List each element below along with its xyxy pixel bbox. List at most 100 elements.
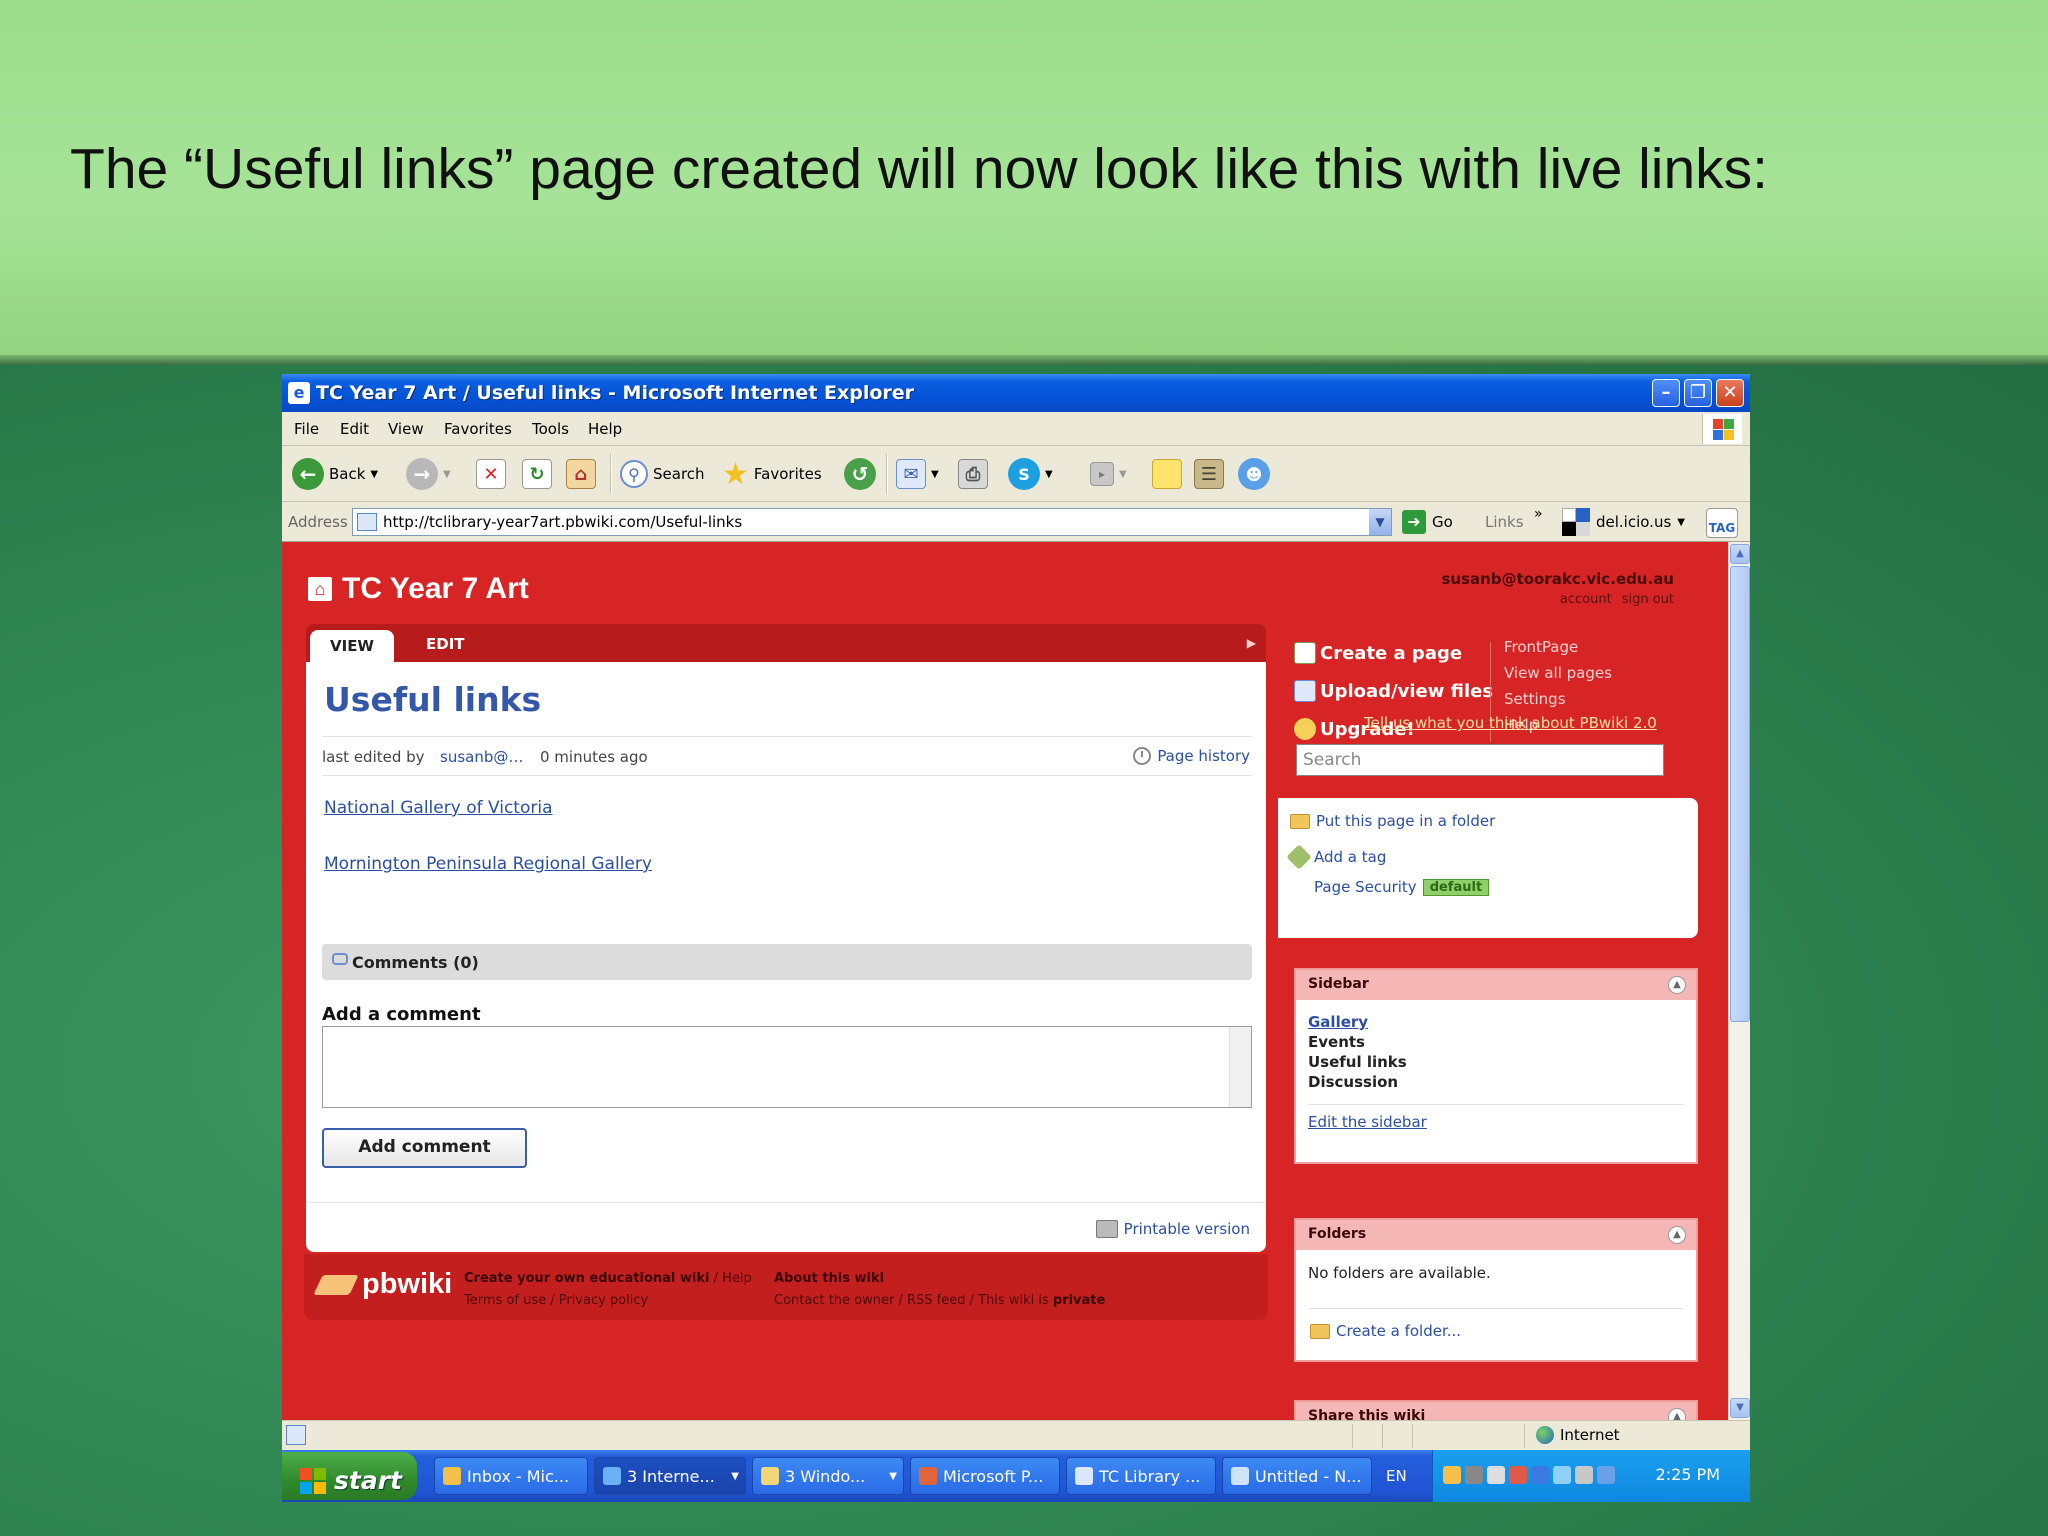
sidebar-box-header[interactable]: Sidebar ▲ [1296,970,1696,1000]
edit-button[interactable]: ▸ ▼ [1090,456,1127,492]
sidebar-item-discussion[interactable]: Discussion [1308,1072,1684,1092]
forward-button[interactable]: → ▼ [406,456,451,492]
favorites-button[interactable]: ★ Favorites [722,456,822,492]
tab-view[interactable]: VIEW [310,630,394,662]
upload-files-link[interactable]: Upload/view files [1294,680,1493,702]
link-national-gallery[interactable]: National Gallery of Victoria [324,798,553,818]
bluetooth-tray-icon[interactable] [1531,1466,1549,1484]
scroll-down-icon[interactable]: ▼ [1730,1398,1750,1418]
sidebar-item-events[interactable]: Events [1308,1032,1684,1052]
menu-view[interactable]: View [388,420,424,438]
history-button[interactable]: ↺ [844,456,876,492]
close-button[interactable]: ✕ [1716,379,1744,407]
page-scrollbar[interactable]: ▲ ▼ [1728,542,1750,1420]
research-button[interactable]: ☰ [1194,456,1224,492]
messenger-button[interactable]: ☻ [1238,456,1270,492]
notepad-icon [1231,1467,1249,1485]
terms-privacy-links[interactable]: Terms of use / Privacy policy [464,1290,752,1312]
collapse-icon[interactable]: ▲ [1668,976,1686,994]
stop-button[interactable]: ✕ [476,456,506,492]
window-titlebar[interactable]: e TC Year 7 Art / Useful links - Microso… [282,374,1750,412]
taskbar-clock[interactable]: 2:25 PM [1656,1465,1720,1484]
antivirus-tray-icon[interactable] [1509,1466,1527,1484]
printable-version-link[interactable]: Printable version [1095,1220,1250,1238]
menu-help[interactable]: Help [588,420,622,438]
search-tray-icon[interactable] [1553,1466,1571,1484]
back-button[interactable]: ← Back ▼ [292,456,378,492]
note-icon [1152,459,1182,489]
task-tc-library[interactable]: TC Library ... [1066,1457,1216,1495]
print-button[interactable]: ⎙ [958,456,988,492]
textarea-scrollbar[interactable] [1229,1027,1251,1107]
comment-textarea[interactable] [322,1026,1252,1108]
task-powerpoint[interactable]: Microsoft P... [910,1457,1060,1495]
site-title[interactable]: ⌂ TC Year 7 Art [308,572,529,606]
outlook-tray-icon[interactable] [1443,1466,1461,1484]
mail-button[interactable]: ✉ ▼ [896,456,939,492]
minimize-button[interactable]: – [1652,379,1680,407]
chevron-right-icon[interactable]: » [1534,506,1543,522]
link-mornington-gallery[interactable]: Mornington Peninsula Regional Gallery [324,854,652,874]
task-inbox[interactable]: Inbox - Mic... [434,1457,588,1495]
display-tray-icon[interactable] [1597,1466,1615,1484]
maximize-button[interactable]: ❐ [1684,379,1712,407]
address-label: Address [288,513,348,531]
add-comment-heading: Add a comment [322,1004,481,1025]
page-history-link[interactable]: Page history [1133,747,1250,765]
scroll-thumb[interactable] [1730,566,1750,1022]
help-link[interactable]: / Help [709,1271,752,1286]
folders-box-header[interactable]: Folders ▲ [1296,1220,1696,1250]
menu-favorites[interactable]: Favorites [444,420,512,438]
volume-tray-icon[interactable] [1487,1466,1505,1484]
feedback-link[interactable]: Tell us what you think about PBwiki 2.0 [1364,714,1657,732]
language-indicator[interactable]: EN [1386,1467,1407,1485]
menu-tools[interactable]: Tools [532,420,569,438]
nav-view-all-pages[interactable]: View all pages [1504,664,1612,682]
edit-sidebar-link[interactable]: Edit the sidebar [1308,1104,1684,1131]
tag-button[interactable]: TAG [1706,508,1738,538]
menu-file[interactable]: File [294,420,319,438]
tab-edit[interactable]: EDIT [426,630,465,662]
collapse-icon[interactable]: ▲ [1668,1408,1686,1420]
notes-button[interactable] [1152,456,1182,492]
delicious-button[interactable]: del.icio.us ▼ [1562,508,1685,536]
sign-out-link[interactable]: sign out [1622,592,1674,607]
home-button[interactable]: ⌂ [566,456,596,492]
search-button[interactable]: ⚲ Search [620,456,705,492]
skype-button[interactable]: S ▼ [1008,456,1053,492]
update-tray-icon[interactable] [1575,1466,1593,1484]
links-toolbar[interactable]: Links [1485,513,1524,531]
task-internet[interactable]: 3 Interne... ▼ [594,1457,746,1495]
folder-icon [1290,813,1310,829]
put-in-folder-link[interactable]: Put this page in a folder [1290,812,1495,830]
create-wiki-link[interactable]: Create your own educational wiki [464,1271,709,1286]
create-folder-link[interactable]: Create a folder... [1310,1322,1461,1340]
comments-header[interactable]: Comments (0) [322,944,1252,980]
add-tag-link[interactable]: Add a tag [1286,844,1386,870]
address-input[interactable]: http://tclibrary-year7art.pbwiki.com/Use… [352,508,1392,536]
nav-settings[interactable]: Settings [1504,690,1566,708]
address-dropdown-icon[interactable]: ▼ [1369,509,1391,535]
menu-edit[interactable]: Edit [340,420,369,438]
page-security[interactable]: Page Security default [1314,878,1490,896]
sidebar-item-useful-links[interactable]: Useful links [1308,1052,1684,1072]
account-link[interactable]: account [1560,592,1612,607]
scroll-up-icon[interactable]: ▲ [1730,544,1750,564]
pbwiki-logo[interactable]: pbwiki [313,1268,452,1301]
create-page-link[interactable]: Create a page [1294,642,1462,664]
last-edited-user[interactable]: susanb@… [440,748,523,766]
go-button[interactable]: ➜ Go [1402,510,1453,534]
nav-frontpage[interactable]: FrontPage [1504,638,1578,656]
network-tray-icon[interactable] [1465,1466,1483,1484]
refresh-button[interactable]: ↻ [522,456,552,492]
task-windows[interactable]: 3 Windo... ▼ [752,1457,904,1495]
contact-rss-links[interactable]: Contact the owner / RSS feed / This wiki… [774,1293,1053,1308]
wiki-search-input[interactable]: Search [1296,744,1664,776]
caret-right-icon[interactable]: ▶ [1247,636,1256,650]
task-notepad[interactable]: Untitled - N... [1222,1457,1372,1495]
share-box-header[interactable]: Share this wiki ▲ [1296,1402,1696,1420]
collapse-icon[interactable]: ▲ [1668,1226,1686,1244]
sidebar-item-gallery[interactable]: Gallery [1308,1012,1684,1032]
start-button[interactable]: start [282,1452,417,1500]
add-comment-button[interactable]: Add comment [322,1128,527,1168]
